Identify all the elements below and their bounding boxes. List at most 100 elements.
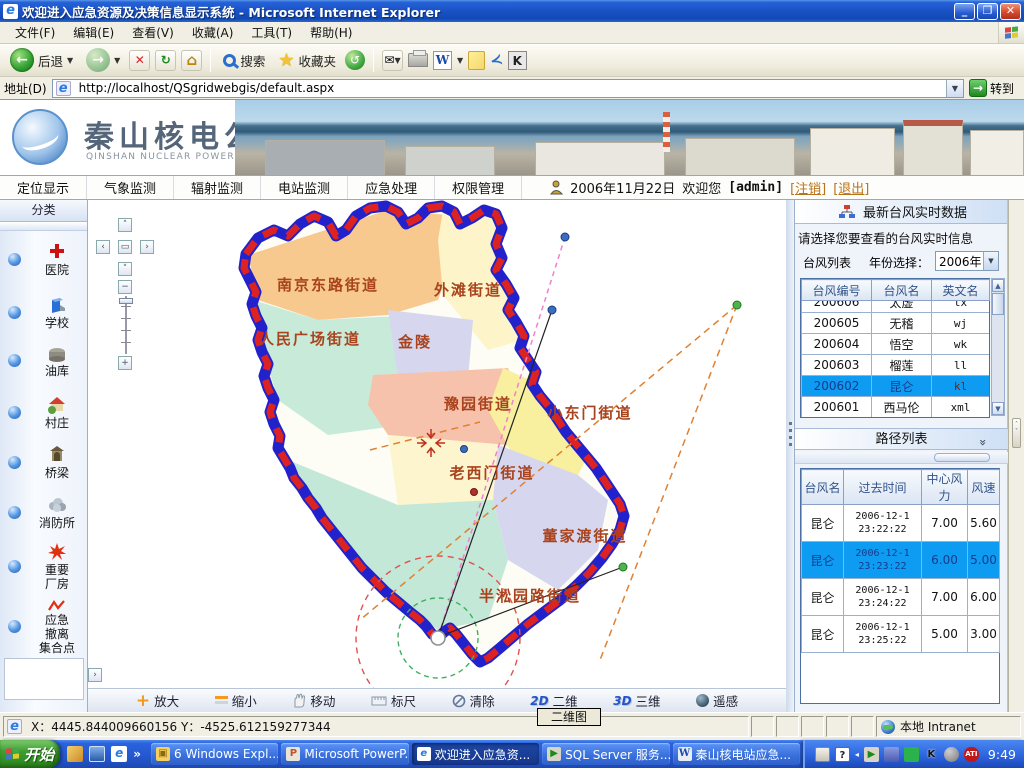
year-select[interactable]: 2006年 ▼ [935,251,999,271]
discuss-button[interactable] [468,51,485,70]
scroll-thumb[interactable] [992,293,1004,315]
map-viewport[interactable]: 南京东路街道 外滩街道 人民广场街道 金陵 豫园街道 小东门街道 老西门街道 董… [88,200,786,712]
sql-tray-icon[interactable]: ▶ [864,747,879,762]
exit-link[interactable]: [退出] [833,178,869,197]
keyboard-tray-icon[interactable] [815,747,830,762]
pan-left-button[interactable]: ‹ [96,240,110,254]
stop-button[interactable]: ✕ [129,50,150,71]
zoom-out-pad-button[interactable]: − [118,280,132,294]
sidebar-expand-button[interactable]: › [88,668,102,682]
view-3d-tool[interactable]: 3D三维 [613,691,660,710]
ati-tray-icon[interactable]: ATI [964,747,979,762]
full-extent-button[interactable]: ▭ [118,240,132,254]
mail-button[interactable]: ✉▼ [382,50,403,71]
help-tray-icon[interactable]: ? [835,747,850,762]
collapse-chevrons-icon[interactable]: » [972,439,993,446]
chevron-down-icon[interactable]: ▼ [983,252,998,270]
grip-handle[interactable] [934,453,990,462]
ruler-tool[interactable]: 标尺 [371,691,416,710]
quicklaunch-pen-icon[interactable] [67,746,83,762]
start-button[interactable]: 开始 [0,740,60,768]
taskbar-button-ie-active[interactable]: e 欢迎进入应急资... [412,743,539,765]
zoom-slider-handle[interactable] [119,298,133,304]
scroll-up-icon[interactable]: ▲ [992,279,1004,292]
typhoon-row[interactable]: 200604悟空wk [802,334,990,355]
zoom-in-pad-button[interactable]: + [118,356,132,370]
close-button[interactable]: ✕ [1000,3,1021,20]
menu-view[interactable]: 查看(V) [123,22,183,43]
forward-button[interactable]: →▼ [82,46,124,74]
path-list-grip[interactable] [795,452,1008,464]
clear-tool[interactable]: 清除 [452,691,495,710]
messenger-bird-icon[interactable]: ≺ [488,50,505,71]
typhoon-row-selected[interactable]: 200602昆仑kl [802,376,990,397]
kaspersky-tray-icon[interactable]: K [924,747,939,762]
sidebar-item-fire-station[interactable]: 消防所 [30,495,84,530]
pan-down-button[interactable]: ˅ [118,262,132,276]
path-row[interactable]: 昆仑2006-12-1 23:24:227.006.00 [802,579,1000,616]
network-grid-tray-icon[interactable] [904,747,919,762]
page-scrollbar[interactable]: ˄˅ [1008,200,1024,712]
menu-help[interactable]: 帮助(H) [301,22,361,43]
pan-right-button[interactable]: › [140,240,154,254]
tab-emergency[interactable]: 应急处理 [348,176,435,199]
logout-link[interactable]: [注销] [790,178,826,197]
path-row[interactable]: 昆仑2006-12-1 23:25:225.003.00 [802,616,1000,653]
taskbar-button-powerpoint[interactable]: P Microsoft PowerP... [281,743,408,765]
typhoon-row[interactable]: 200601西马伦xml [802,397,990,418]
taskbar-button-word[interactable]: W 秦山核电站应急... [673,743,800,765]
path-list-header[interactable]: 路径列表 » [795,428,1008,450]
taskbar-button-explorer-group[interactable]: ▣ 6 Windows Expl... ▼ [151,743,278,765]
menu-tools[interactable]: 工具(T) [242,22,301,43]
refresh-button[interactable]: ↻ [155,50,176,71]
sidebar-item-hospital[interactable]: 医院 [30,242,84,277]
sidebar-item-school[interactable]: 学校 [30,295,84,330]
sidebar-item-village[interactable]: 村庄 [30,395,84,430]
tab-positioning[interactable]: 定位显示 [0,176,87,199]
zoom-slider[interactable] [121,296,131,354]
favorites-button[interactable]: ★ 收藏夹 [274,48,340,73]
search-button[interactable]: 搜索 [219,49,269,72]
sidebar-item-oil-depot[interactable]: 油库 [30,343,84,378]
history-button[interactable]: ↺ [345,50,365,70]
quicklaunch-overflow[interactable]: » [133,747,141,761]
collapse-tray-icon[interactable]: ◂ [855,750,859,759]
quicklaunch-ie-icon[interactable]: e [111,746,127,762]
sidebar-item-assembly-point[interactable]: 应急 撤离 集合点 [30,598,84,655]
typhoon-row[interactable]: 200605无稽wj [802,313,990,334]
print-button[interactable] [408,53,428,67]
typhoon-row[interactable]: 200603榴莲ll [802,355,990,376]
minimize-button[interactable]: _ [954,3,975,20]
typhoon-table-scrollbar[interactable]: ▲ ▼ [991,278,1005,416]
menu-edit[interactable]: 编辑(E) [64,22,123,43]
menu-file[interactable]: 文件(F) [6,22,64,43]
zoom-in-tool[interactable]: +放大 [136,691,179,710]
tab-weather[interactable]: 气象监测 [87,176,174,199]
home-button[interactable]: ⌂ [181,50,202,71]
tab-station[interactable]: 电站监测 [261,176,348,199]
menu-favorites[interactable]: 收藏(A) [183,22,243,43]
pan-up-button[interactable]: ˄ [118,218,132,232]
display-tray-icon[interactable] [884,747,899,762]
tab-permissions[interactable]: 权限管理 [435,176,522,199]
edit-word-button[interactable]: W [433,51,452,70]
panel-splitter[interactable] [786,200,795,712]
address-input[interactable]: e http://localhost/QSgridwebgis/default.… [52,79,964,98]
back-button[interactable]: ← 后退▼ [6,46,77,74]
remote-sensing-tool[interactable]: 遥感 [696,691,738,710]
scroll-grip[interactable]: ˄˅ [1012,418,1021,448]
pan-tool[interactable]: 移动 [292,691,335,710]
address-dropdown-button[interactable]: ▼ [946,80,963,97]
path-row[interactable]: 昆仑2006-12-1 23:22:227.005.60 [802,505,1000,542]
show-desktop-icon[interactable] [89,746,105,762]
taskbar-button-sql-server[interactable]: ▶ SQL Server 服务... [542,743,669,765]
maximize-button[interactable]: ❐ [977,3,998,20]
sidebar-item-key-plant[interactable]: 重要 厂房 [30,542,84,591]
path-row-selected[interactable]: 昆仑2006-12-1 23:23:226.005.00 [802,542,1000,579]
zoom-out-tool[interactable]: 缩小 [215,691,257,710]
go-button[interactable]: → 转到 [969,79,1020,97]
kaspersky-button[interactable]: K [508,51,527,70]
typhoon-row[interactable]: 200606太虚tx [802,301,990,313]
scroll-down-icon[interactable]: ▼ [992,402,1004,415]
volume-tray-icon[interactable] [944,747,959,762]
